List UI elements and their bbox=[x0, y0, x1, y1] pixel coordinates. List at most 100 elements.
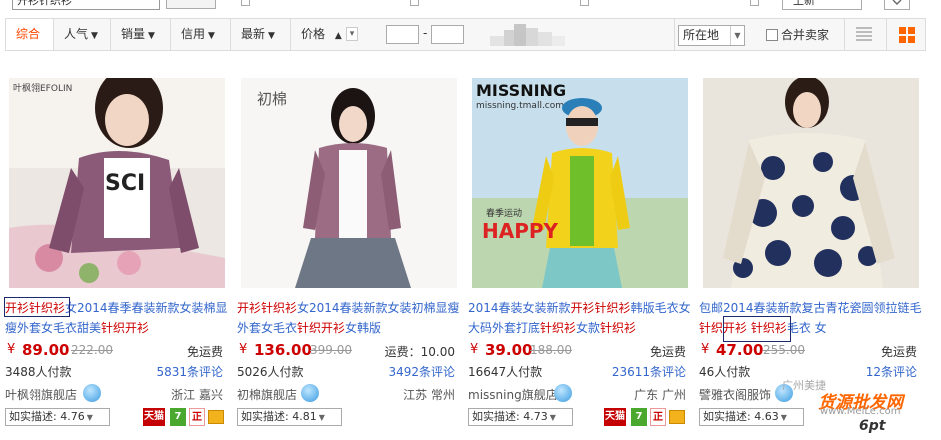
brand-url: missning.tmall.com bbox=[476, 101, 564, 111]
review-link[interactable]: 3492条评论 bbox=[388, 363, 455, 380]
title-text: 2014春装女装新款 bbox=[468, 301, 571, 315]
shop-row: 初棉旗舰店 江苏 常州 bbox=[237, 384, 461, 406]
paid-count: 46人付款 bbox=[699, 365, 751, 379]
rating-label: 如实描述: 4.73 bbox=[472, 410, 548, 423]
product-card[interactable]: 初棉 开衫针织衫女2014春装新款女装初棉显瘦外套女毛衣针织开衫女韩版 ¥ 13… bbox=[237, 70, 461, 440]
original-price: 222.00 bbox=[71, 343, 113, 357]
chevron-down-icon: ▼ bbox=[549, 413, 556, 422]
review-link[interactable]: 5831条评论 bbox=[156, 363, 223, 380]
sort-label: 信用 bbox=[181, 27, 206, 41]
product-title[interactable]: 开衫针织衫女2014春装新款女装初棉显瘦外套女毛衣针织开衫女韩版 bbox=[237, 298, 461, 338]
arrow-down-icon: ▼ bbox=[268, 31, 275, 41]
seven-day-return-icon[interactable]: 7 bbox=[631, 408, 647, 426]
sort-label: 综合 bbox=[16, 27, 41, 41]
wangwang-chat-icon[interactable] bbox=[554, 384, 572, 402]
search-button[interactable] bbox=[166, 0, 216, 9]
sort-label: 人气 bbox=[64, 27, 89, 41]
sort-label: 销量 bbox=[121, 27, 146, 41]
title-text: 女韩版 bbox=[345, 321, 382, 335]
price-min-input[interactable] bbox=[386, 25, 419, 44]
banner-subtext: 春季运动 bbox=[486, 207, 522, 219]
price-mode-dropdown[interactable]: ▾ bbox=[346, 27, 358, 41]
price-max-input[interactable] bbox=[431, 25, 464, 44]
seven-day-return-icon[interactable]: 7 bbox=[170, 408, 186, 426]
highlight-box bbox=[723, 316, 791, 342]
sales-row: 5026人付款 3492条评论 bbox=[237, 363, 461, 381]
sort-tab-price[interactable]: 价格 ▲ bbox=[291, 19, 371, 50]
tmall-badge-icon[interactable]: 天猫 bbox=[143, 408, 165, 426]
title-keyword: 针织衫 bbox=[600, 321, 637, 335]
current-price: 39.00 bbox=[485, 341, 533, 359]
review-link[interactable]: 23611条评论 bbox=[612, 363, 686, 380]
sort-tab-newest[interactable]: 最新 ▼ bbox=[231, 19, 291, 50]
sort-tab-popularity[interactable]: 人气 ▼ bbox=[54, 19, 111, 50]
shop-row: 叶枫翎旗舰店 浙江 嘉兴 bbox=[5, 384, 229, 406]
title-text: 女款 bbox=[576, 321, 601, 335]
search-input[interactable]: 开衫针织衫 bbox=[12, 0, 160, 10]
arrow-down-icon: ▼ bbox=[91, 31, 98, 41]
brand-watermark: 叶枫翎EFOLIN bbox=[13, 82, 72, 94]
sort-tab-comprehensive[interactable]: 综合 bbox=[6, 19, 54, 50]
sort-tab-credit[interactable]: 信用 ▼ bbox=[171, 19, 231, 50]
shop-name[interactable]: 初棉旗舰店 bbox=[237, 386, 297, 403]
product-card[interactable]: MISSNING missning.tmall.com HAPPY 春季运动 2… bbox=[468, 70, 692, 440]
credit-card-icon[interactable] bbox=[208, 410, 224, 424]
location-select[interactable]: 所在地 ▼ bbox=[678, 25, 745, 46]
filter-checkbox[interactable] bbox=[580, 0, 589, 6]
filter-checkbox[interactable] bbox=[241, 0, 250, 6]
currency-symbol: ¥ bbox=[239, 342, 248, 357]
authentic-guarantee-icon[interactable]: 正 bbox=[189, 408, 205, 426]
product-title[interactable]: 2014春装女装新款开衫针织衫韩版毛衣女大码外套打底针织衫女款针织衫 bbox=[468, 298, 692, 338]
tmall-badge-icon[interactable]: 天猫 bbox=[604, 408, 626, 426]
price-range-histogram[interactable] bbox=[490, 24, 565, 46]
currency-symbol: ¥ bbox=[701, 342, 710, 357]
product-image[interactable]: MISSNING missning.tmall.com HAPPY 春季运动 bbox=[472, 78, 688, 288]
credit-card-icon[interactable] bbox=[669, 410, 685, 424]
chevron-down-icon: ▼ bbox=[780, 413, 787, 422]
authentic-guarantee-icon[interactable]: 正 bbox=[650, 408, 666, 426]
rating-label: 如实描述: 4.81 bbox=[241, 410, 317, 423]
shop-name[interactable]: missning旗舰店 bbox=[468, 386, 558, 403]
merge-sellers-checkbox[interactable]: 合并卖家 bbox=[766, 27, 829, 43]
currency-symbol: ¥ bbox=[7, 342, 16, 357]
current-price: 89.00 bbox=[22, 341, 70, 359]
shipping-info: 免运费 bbox=[186, 345, 223, 359]
shop-name[interactable]: 叶枫翎旗舰店 bbox=[5, 386, 77, 403]
watermark-url: www.MeiLe.com bbox=[820, 406, 901, 417]
product-image[interactable] bbox=[703, 78, 919, 288]
expand-button[interactable] bbox=[884, 0, 910, 10]
rating-dropdown[interactable]: 如实描述: 4.81 ▼ bbox=[237, 408, 342, 426]
review-link[interactable]: 12条评论 bbox=[866, 363, 917, 380]
grid-view-icon[interactable] bbox=[899, 27, 915, 43]
paid-count: 16647人付款 bbox=[468, 365, 543, 379]
price-dash: - bbox=[423, 26, 428, 40]
shop-location: 广东 广州 bbox=[634, 388, 686, 402]
shirt-print: SCI bbox=[105, 171, 145, 196]
top-strip: 开衫针织衫 上新 bbox=[0, 0, 941, 14]
rating-dropdown[interactable]: 如实描述: 4.76 ▼ bbox=[5, 408, 110, 426]
currency-symbol: ¥ bbox=[470, 342, 479, 357]
list-view-icon[interactable] bbox=[856, 27, 872, 41]
wangwang-chat-icon[interactable] bbox=[301, 384, 319, 402]
meta-row: 如实描述: 4.76 ▼ 天猫 7 正 bbox=[5, 408, 229, 428]
wangwang-chat-icon[interactable] bbox=[83, 384, 101, 402]
current-price: 136.00 bbox=[254, 341, 312, 359]
product-image[interactable]: SCI 叶枫翎EFOLIN bbox=[9, 78, 225, 288]
checkbox-box[interactable] bbox=[766, 29, 778, 41]
title-keyword: 开衫针织衫 bbox=[570, 301, 631, 315]
product-image[interactable]: 初棉 bbox=[241, 78, 457, 288]
chevron-down-icon: ▼ bbox=[730, 26, 744, 45]
shop-name[interactable]: 譬雅衣阁服饰 bbox=[699, 386, 771, 403]
price-label: 价格 bbox=[301, 27, 326, 41]
product-card[interactable]: SCI 叶枫翎EFOLIN 开衫针织衫女2014春季春装新款女装棉显瘦外套女毛衣… bbox=[5, 70, 229, 440]
original-price: 188.00 bbox=[530, 343, 572, 357]
filter-checkbox[interactable] bbox=[410, 0, 419, 6]
sort-select[interactable]: 上新 bbox=[782, 0, 862, 10]
sort-tab-sales[interactable]: 销量 ▼ bbox=[111, 19, 171, 50]
meta-row: 如实描述: 4.81 ▼ bbox=[237, 408, 461, 428]
rating-dropdown[interactable]: 如实描述: 4.63 ▼ bbox=[699, 408, 804, 426]
filter-checkbox[interactable] bbox=[750, 0, 759, 6]
brand-watermark: MISSNING bbox=[476, 81, 566, 100]
rating-dropdown[interactable]: 如实描述: 4.73 ▼ bbox=[468, 408, 573, 426]
watermark-site: 6pt bbox=[859, 418, 886, 434]
